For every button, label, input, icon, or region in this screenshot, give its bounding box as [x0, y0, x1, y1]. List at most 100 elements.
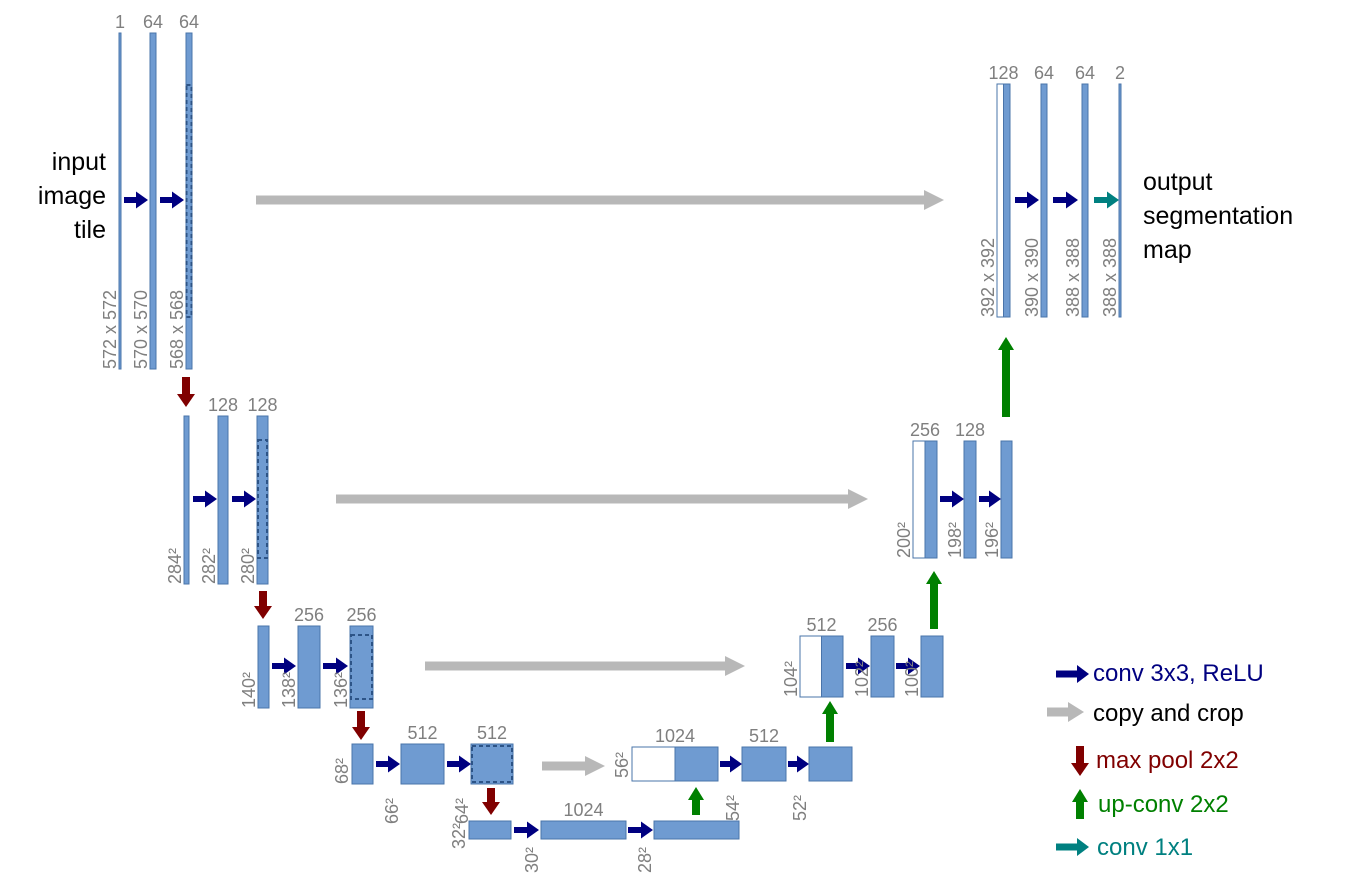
legend-label: conv 3x3, ReLU: [1093, 660, 1264, 687]
feature-map-block: [1003, 83, 1011, 318]
channel-count-label: 256: [910, 420, 940, 440]
channel-count-label: 1024: [655, 726, 695, 746]
arrow-right-icon: [1047, 702, 1084, 722]
feature-map-e3c: [349, 625, 374, 709]
conv-arrow: [1053, 191, 1078, 209]
spatial-size-label: 66²: [382, 798, 402, 824]
channel-count-label: 512: [477, 723, 507, 743]
legend-item-pool: max pool 2x2: [1071, 746, 1239, 776]
feature-map-d2b: [963, 440, 977, 559]
conv-arrow: [514, 821, 539, 839]
feature-map-block: [1000, 440, 1013, 559]
copy-and-crop-arrow: [256, 190, 944, 210]
spatial-size-label: 28²: [635, 847, 655, 873]
feature-map-e4b: [400, 743, 445, 785]
up-conv-arrow: [822, 701, 838, 742]
spatial-size-label: 198²: [945, 522, 965, 558]
feature-map-b1: [468, 820, 512, 840]
legend: conv 3x3, ReLU copy and crop max pool 2x…: [1047, 660, 1264, 861]
channel-count-label: 128: [988, 63, 1018, 83]
spatial-size-label: 140²: [239, 672, 259, 708]
conv1x1-arrow: [1094, 191, 1119, 209]
spatial-size-label: 388 x 388: [1063, 238, 1083, 317]
spatial-size-label: 54²: [723, 795, 743, 821]
legend-conv1x1-arrow: [1056, 838, 1089, 856]
spatial-size-label: 32²: [449, 823, 469, 849]
feature-map-block: [821, 635, 844, 698]
copied-feature-map: [912, 440, 926, 559]
arrow-down-icon: [1071, 746, 1089, 776]
input-label-line: image: [38, 182, 106, 210]
conv-arrow: [376, 755, 400, 773]
spatial-size-label: 572 x 572: [100, 290, 120, 369]
conv-arrow: [979, 490, 1001, 508]
feature-map-b3: [653, 820, 740, 840]
spatial-size-label: 68²: [332, 758, 352, 784]
feature-map-block: [924, 440, 938, 559]
legend-item-conv1x1: conv 1x1: [1056, 834, 1193, 861]
legend-upconv-arrow: [1072, 789, 1088, 819]
output-label-line: segmentation: [1143, 202, 1293, 230]
spatial-size-label: 30²: [522, 847, 542, 873]
spatial-size-label: 388 x 388: [1100, 238, 1120, 317]
arrow-right-icon: [1056, 838, 1089, 856]
channel-count-label: 1024: [563, 800, 603, 820]
spatial-size-label: 136²: [331, 672, 351, 708]
conv-arrow: [628, 821, 653, 839]
conv-arrow: [788, 755, 809, 773]
output-label: output segmentation map: [1143, 168, 1293, 264]
feature-map-block: [257, 625, 270, 709]
conv-arrow: [272, 657, 296, 675]
feature-map-block: [217, 415, 229, 585]
feature-map-d3b: [870, 635, 895, 698]
arrow-right-icon: [1056, 665, 1089, 683]
feature-map-block: [808, 746, 853, 782]
spatial-size-label: 56²: [612, 752, 632, 778]
conv-arrow: [323, 657, 348, 675]
feature-map-e4c: [470, 743, 514, 785]
spatial-size-label: 284²: [165, 548, 185, 584]
spatial-size-label: 138²: [279, 672, 299, 708]
legend-item-upconv: up-conv 2x2: [1072, 789, 1229, 819]
feature-map-e2c: [256, 415, 269, 585]
channel-count-label: 512: [749, 726, 779, 746]
copied-feature-map: [631, 746, 676, 782]
spatial-size-label: 390 x 390: [1022, 238, 1042, 317]
unet-diagram: 1 572 x 572 64 570 x 570 64 568 x 568 284² 128 2…: [38, 12, 1293, 873]
up-conv-arrow: [926, 571, 942, 629]
legend-label: max pool 2x2: [1096, 747, 1239, 774]
feature-map-block: [540, 820, 627, 840]
feature-map-e2b: [217, 415, 229, 585]
feature-map-block: [653, 820, 740, 840]
spatial-size-label: 102²: [852, 661, 872, 697]
up-conv-arrow: [998, 337, 1014, 417]
conv-arrow: [124, 191, 148, 209]
channel-count-label: 2: [1115, 63, 1125, 83]
feature-map-block: [349, 625, 374, 709]
conv-arrow: [720, 755, 742, 773]
spatial-size-label: 100²: [902, 661, 922, 697]
feature-map-block: [870, 635, 895, 698]
channel-count-label: 64: [179, 12, 199, 32]
feature-map-e3b: [297, 625, 321, 709]
output-label-line: map: [1143, 236, 1192, 264]
feature-map-block: [674, 746, 719, 782]
feature-map-block: [963, 440, 977, 559]
legend-item-conv: conv 3x3, ReLU: [1056, 660, 1264, 687]
input-label-line: tile: [74, 216, 106, 244]
spatial-size-label: 104²: [781, 661, 801, 697]
feature-map-d2a: [912, 440, 938, 559]
max-pool-arrow: [177, 377, 195, 407]
legend-label: up-conv 2x2: [1098, 791, 1229, 818]
legend-copy-arrow: [1047, 702, 1084, 722]
feature-map-block: [400, 743, 445, 785]
feature-map-block: [468, 820, 512, 840]
feature-map-d2c: [1000, 440, 1013, 559]
conv-arrow: [193, 490, 217, 508]
channel-count-label: 128: [247, 395, 277, 415]
output-label-line: output: [1143, 168, 1213, 196]
feature-map-d4c: [808, 746, 853, 782]
feature-map-d3a: [799, 635, 844, 698]
channel-count-label: 64: [1034, 63, 1054, 83]
feature-map-block: [297, 625, 321, 709]
